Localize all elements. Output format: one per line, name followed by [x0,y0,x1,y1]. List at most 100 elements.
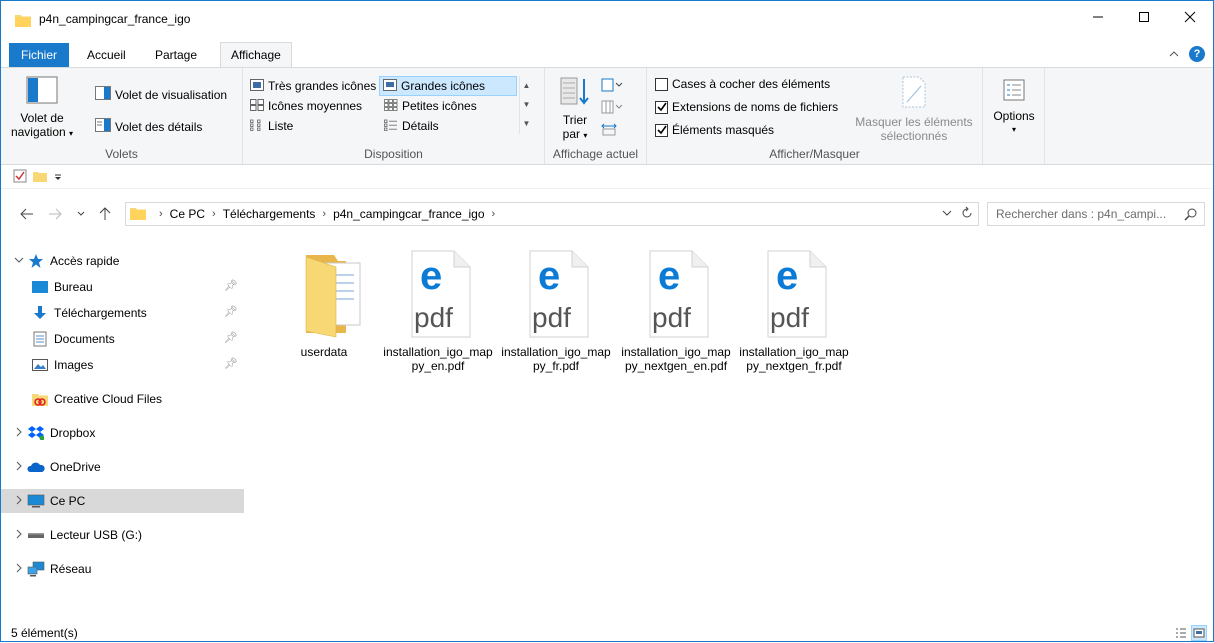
item-checkboxes-checkbox[interactable] [655,77,668,91]
sidebar-item-creative-cloud[interactable]: Creative Cloud Files [1,387,244,411]
search-placeholder: Rechercher dans : p4n_campi... [996,207,1167,221]
medium-icons-label: Icônes moyennes [268,99,363,113]
address-history-dropdown-icon[interactable] [942,206,952,223]
group-by-icon [601,78,623,95]
layout-details[interactable]: Détails [381,116,442,136]
folder-item-userdata[interactable]: userdata [269,245,379,359]
group-by-button[interactable] [601,78,623,95]
new-folder-icon[interactable] [33,169,47,186]
preview-pane-button[interactable]: Volet de visualisation [95,86,227,103]
tab-view[interactable]: Affichage [220,42,292,68]
hidden-items-toggle[interactable]: Éléments masqués [655,123,774,137]
group-show-hide: Cases à cocher des éléments Extensions d… [647,68,983,164]
close-button[interactable] [1167,1,1213,33]
file-extensions-toggle[interactable]: Extensions de noms de fichiers [655,100,838,114]
file-item-installation-igo-mappy-fr[interactable]: e pdf installation_igo_mappy_fr.pdf [501,245,611,373]
download-icon [31,305,49,321]
file-item-installation-igo-mappy-nextgen-fr[interactable]: e pdf installation_igo_mappy_nextgen_fr.… [739,245,849,373]
add-columns-button[interactable] [601,100,623,117]
collapsed-chevron-icon[interactable] [11,461,27,474]
file-item-installation-igo-mappy-en[interactable]: e pdf installation_igo_mappy_en.pdf [383,245,493,373]
layout-extra-large-icons[interactable]: Très grandes icônes [247,76,379,96]
breadcrumb-downloads[interactable]: Téléchargements [223,207,316,221]
tab-share[interactable]: Partage [145,43,207,67]
address-bar[interactable]: › Ce PC › Téléchargements › p4n_campingc… [125,202,979,226]
minimize-button[interactable] [1075,1,1121,33]
sort-by-button[interactable]: Trier par ▾ [555,76,595,143]
collapse-ribbon-icon[interactable] [1169,48,1179,60]
hidden-items-checkbox[interactable] [655,123,668,137]
collapsed-chevron-icon[interactable] [11,427,27,440]
sidebar-item-label: Dropbox [50,426,96,440]
customize-toolbar-icon[interactable] [53,171,63,185]
large-icons-view-button[interactable] [1191,625,1207,641]
forward-button[interactable] [45,203,65,225]
layout-medium-icons[interactable]: Icônes moyennes [247,96,365,116]
breadcrumb-this-pc[interactable]: Ce PC [170,207,205,221]
file-extensions-checkbox[interactable] [655,100,668,114]
help-icon[interactable]: ? [1189,46,1205,62]
svg-text:pdf: pdf [414,302,453,333]
item-checkboxes-toggle[interactable]: Cases à cocher des éléments [655,77,830,91]
search-input[interactable]: Rechercher dans : p4n_campi... [987,202,1205,226]
breadcrumb-separator[interactable]: › [322,208,326,220]
navigation-pane-button[interactable]: Volet de navigation ▾ [9,76,75,141]
title-bar[interactable]: p4n_campingcar_france_igo [1,1,1213,37]
layout-small-icons[interactable]: Petites icônes [381,96,480,116]
gallery-scroll-up-icon[interactable]: ▲ [520,76,533,95]
collapsed-chevron-icon[interactable] [11,563,27,576]
collapsed-chevron-icon[interactable] [11,495,27,508]
options-dropdown-icon: ▾ [1011,125,1016,134]
group-current-view-label: Affichage actuel [552,147,639,161]
sidebar-item-label: Lecteur USB (G:) [50,528,143,542]
options-button[interactable]: Options ▾ [991,78,1037,137]
tab-home[interactable]: Accueil [77,43,136,67]
view-switcher [1173,625,1207,641]
up-button[interactable] [95,203,115,225]
expanded-chevron-icon[interactable] [11,256,27,267]
layout-large-icons[interactable]: Grandes icônes [379,76,517,96]
sort-by-label-1: Trier [562,113,588,127]
sidebar-item-pictures[interactable]: Images 📌︎ [1,353,244,377]
recent-locations-button[interactable] [71,203,91,225]
breadcrumb-separator[interactable]: › [159,208,163,220]
status-bar: 5 élément(s) [1,623,1213,643]
properties-icon[interactable] [13,169,27,186]
breadcrumb-separator[interactable]: › [212,208,216,220]
layout-list[interactable]: Liste [247,116,296,136]
pin-icon[interactable]: 📌︎ [224,279,238,292]
large-icons-label: Grandes icônes [401,79,486,93]
gallery-expand-icon[interactable]: ▼ [520,114,533,133]
hide-selected-label-2: sélectionnés [880,129,948,143]
item-checkboxes-label: Cases à cocher des éléments [672,77,831,91]
breadcrumb-current-folder[interactable]: p4n_campingcar_france_igo [333,207,484,221]
file-name: installation_igo_mappy_fr.pdf [501,345,611,373]
back-button[interactable] [17,203,37,225]
sidebar-item-documents[interactable]: Documents 📌︎ [1,327,244,351]
folder-icon [276,245,372,341]
sidebar-item-onedrive[interactable]: OneDrive [1,455,244,479]
pin-icon[interactable]: 📌︎ [224,331,238,344]
details-view-button[interactable] [1173,625,1189,641]
gallery-scroll-down-icon[interactable]: ▼ [520,95,533,114]
tab-file[interactable]: Fichier [9,43,70,67]
sidebar-item-dropbox[interactable]: Dropbox [1,421,244,445]
sidebar-item-usb-drive[interactable]: Lecteur USB (G:) [1,523,244,547]
file-item-installation-igo-mappy-nextgen-en[interactable]: e pdf installation_igo_mappy_nextgen_en.… [621,245,731,373]
breadcrumb-separator[interactable]: › [492,208,496,220]
sidebar-item-quick-access[interactable]: Accès rapide [1,249,244,273]
refresh-icon[interactable] [960,206,974,223]
maximize-button[interactable] [1121,1,1167,33]
size-columns-button[interactable] [601,122,617,139]
details-pane-button[interactable]: Volet des détails [95,118,202,135]
sidebar-item-desktop[interactable]: Bureau 📌︎ [1,275,244,299]
pin-icon[interactable]: 📌︎ [224,305,238,318]
details-pane-label: Volet des détails [115,119,203,134]
search-icon[interactable] [1184,207,1198,224]
sidebar-item-network[interactable]: Réseau [1,557,244,581]
sidebar-item-this-pc[interactable]: Ce PC [1,489,244,513]
collapsed-chevron-icon[interactable] [11,529,27,542]
pin-icon[interactable]: 📌︎ [224,357,238,370]
hide-selected-items-button[interactable]: Masquer les éléments sélectionnés [851,76,977,143]
sidebar-item-downloads[interactable]: Téléchargements 📌︎ [1,301,244,325]
